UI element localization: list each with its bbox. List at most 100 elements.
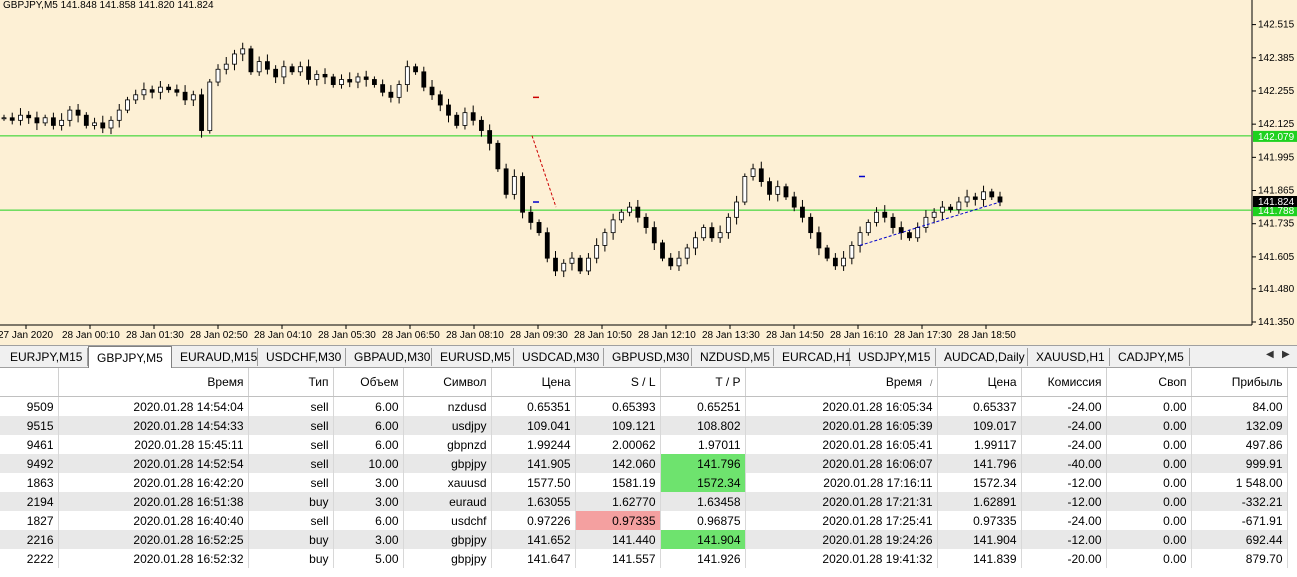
tab-eurjpy-m15[interactable]: EURJPY,M15	[2, 348, 88, 366]
table-cell: 84.00	[1191, 396, 1288, 416]
column-header[interactable]: S / L	[575, 368, 661, 397]
table-row[interactable]: 9515 2020.01.28 14:54:33 sell 6.00 usdjpy 109…	[0, 416, 1288, 435]
candle-body	[553, 257, 558, 272]
column-header[interactable]: Время /	[745, 368, 938, 397]
table-cell: 109.121	[575, 416, 661, 435]
table-cell: 109.041	[491, 416, 576, 435]
table-cell: 9509	[0, 396, 59, 416]
table-cell: gbpjpy	[403, 454, 492, 473]
column-header[interactable]: Объем	[333, 368, 404, 397]
price-tick-label: 141.350	[1258, 317, 1295, 328]
candle-body	[610, 219, 616, 234]
candle-body	[511, 176, 517, 195]
candle-body	[832, 257, 838, 267]
chart-symbol-title: GBPJPY,M5 141.848 141.858 141.820 141.82…	[3, 0, 214, 11]
column-header[interactable]: Цена	[937, 368, 1022, 397]
tab-eurusd-m5[interactable]: EURUSD,M5	[432, 348, 514, 366]
column-header-label: Прибыль	[1231, 375, 1283, 389]
trade-line-buy	[859, 201, 1001, 246]
table-cell: 6.00	[333, 511, 404, 530]
table-cell: gbpjpy	[403, 530, 492, 549]
candle-body	[561, 262, 567, 272]
table-body: 9509 2020.01.28 14:54:04 sell 6.00 nzdusd 0.6…	[0, 396, 1288, 568]
candle-body	[470, 112, 476, 121]
candle-body	[594, 245, 600, 259]
tab-usdjpy-m15[interactable]: USDJPY,M15	[850, 348, 936, 366]
candle-body	[750, 168, 756, 177]
tab-euraud-m15[interactable]: EURAUD,M15	[172, 348, 258, 366]
table-cell: -332.21	[1191, 492, 1288, 511]
column-header[interactable]: Цена	[491, 368, 576, 397]
candle-body	[651, 227, 657, 244]
time-tick-label: 27 Jan 2020	[0, 330, 53, 341]
candle-body	[232, 53, 237, 65]
tab-nzdusd-m5[interactable]: NZDUSD,M5	[692, 348, 774, 366]
column-header[interactable]: Прибыль	[1191, 368, 1288, 397]
tab-gbpusd-m30[interactable]: GBPUSD,M30	[604, 348, 692, 366]
tab-eurcad-h1[interactable]: EURCAD,H1	[774, 348, 851, 366]
table-cell: 0.00	[1106, 416, 1192, 435]
tab-cadjpy-m5[interactable]: CADJPY,M5	[1110, 348, 1190, 366]
candle-body	[849, 245, 855, 259]
table-cell: 0.65393	[575, 396, 661, 416]
table-cell: 2194	[0, 492, 59, 511]
column-header[interactable]: Время	[58, 368, 249, 397]
trade-line-sell	[531, 135, 557, 208]
table-cell: 2020.01.28 17:16:11	[745, 473, 938, 492]
table-cell: 1577.50	[491, 473, 576, 492]
candle-body	[166, 86, 172, 91]
candle-body	[363, 76, 369, 80]
table-cell: -671.91	[1191, 511, 1288, 530]
candle-body	[479, 119, 484, 131]
column-header[interactable]	[0, 368, 59, 397]
tab-scroll-left-icon[interactable]: ◀	[1266, 349, 1274, 360]
tab-gbpjpy-m5[interactable]: GBPJPY,M5	[88, 346, 172, 368]
candle-body	[289, 66, 295, 73]
table-row[interactable]: 1827 2020.01.28 16:40:40 sell 6.00 usdchf 0.9…	[0, 511, 1288, 530]
price-tick-label: 141.865	[1258, 186, 1295, 197]
tab-xauusd-h1[interactable]: XAUUSD,H1	[1028, 348, 1110, 366]
table-row[interactable]: 1863 2020.01.28 16:42:20 sell 3.00 xauusd 157…	[0, 473, 1288, 492]
price-chart[interactable]: 142.515 142.385 142.255 142.125 141.995 141.8…	[0, 0, 1297, 345]
candle-body	[800, 206, 805, 218]
table-cell: 0.00	[1106, 530, 1192, 549]
table-row[interactable]: 9509 2020.01.28 14:54:04 sell 6.00 nzdusd 0.6…	[0, 396, 1288, 416]
column-header[interactable]: Комиссия	[1021, 368, 1107, 397]
tab-scroll-right-icon[interactable]: ▶	[1282, 349, 1290, 360]
column-header-label: Символ	[443, 375, 487, 389]
chart-canvas[interactable]: 142.515 142.385 142.255 142.125 141.995 141.8…	[0, 0, 1297, 345]
candle-body	[981, 191, 986, 200]
table-cell: 1.63055	[491, 492, 576, 511]
tab-audcad-daily[interactable]: AUDCAD,Daily	[936, 348, 1028, 366]
table-cell: 141.647	[491, 549, 576, 568]
column-header[interactable]: Своп	[1106, 368, 1192, 397]
table-row[interactable]: 9461 2020.01.28 15:45:11 sell 6.00 gbpnzd 1.9…	[0, 435, 1288, 454]
tab-usdcad-m30[interactable]: USDCAD,M30	[514, 348, 604, 366]
tab-usdchf-m30[interactable]: USDCHF,M30	[258, 348, 346, 366]
table-row[interactable]: 2222 2020.01.28 16:52:32 buy 5.00 gbpjpy 141.…	[0, 549, 1288, 568]
table-cell: 2216	[0, 530, 59, 549]
time-tick-label: 28 Jan 05:30	[318, 330, 376, 341]
upper-level-line-label: 142.079	[1258, 132, 1295, 143]
table-cell: 3.00	[333, 473, 404, 492]
candle-body	[413, 66, 418, 73]
table-cell: -24.00	[1021, 396, 1107, 416]
candle-body	[503, 168, 509, 195]
candle-body	[322, 73, 328, 78]
table-row[interactable]: 9492 2020.01.28 14:52:54 sell 10.00 gbpjpy 14…	[0, 454, 1288, 473]
table-cell: 692.44	[1191, 530, 1288, 549]
candle-body	[791, 196, 797, 208]
candle-body	[874, 211, 879, 223]
column-header-label: Время	[207, 375, 244, 389]
column-header[interactable]: Тип	[248, 368, 334, 397]
candle-body	[157, 86, 163, 93]
price-tick-label: 142.385	[1258, 53, 1295, 64]
table-row[interactable]: 2216 2020.01.28 16:52:25 buy 3.00 gbpjpy 141.…	[0, 530, 1288, 549]
table-cell: 1.99117	[937, 435, 1022, 454]
candle-body	[100, 122, 106, 129]
column-header[interactable]: Символ	[403, 368, 492, 397]
candle-body	[462, 112, 468, 126]
tab-gbpaud-m30[interactable]: GBPAUD,M30	[346, 348, 432, 366]
column-header[interactable]: T / P	[660, 368, 746, 397]
table-row[interactable]: 2194 2020.01.28 16:51:38 buy 3.00 euraud 1.63…	[0, 492, 1288, 511]
